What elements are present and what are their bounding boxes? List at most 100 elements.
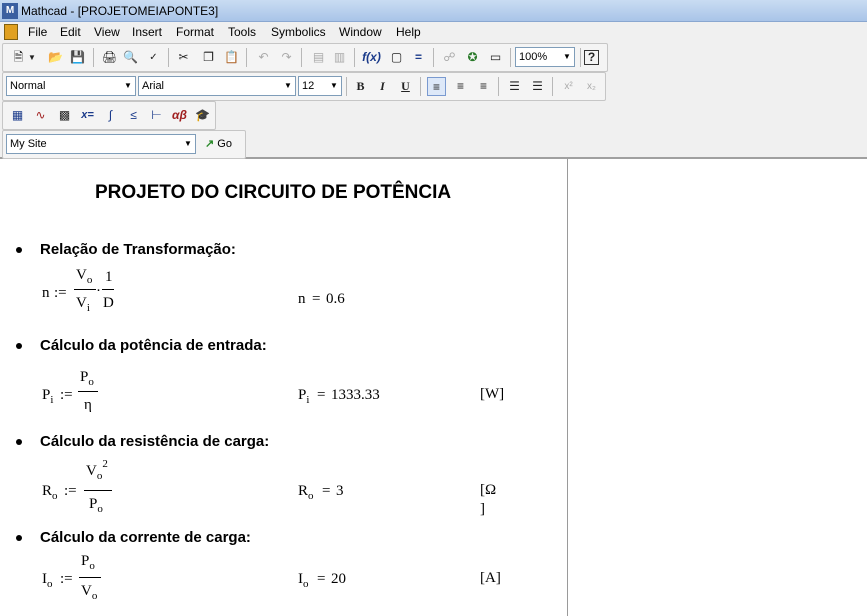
fraction-denominator: η (84, 397, 92, 413)
def-lhs: Ro (42, 483, 58, 502)
menu-symbolics[interactable]: Symbolics (271, 25, 326, 39)
italic-button[interactable]: I (373, 77, 392, 96)
def-operator: := (60, 571, 73, 587)
spell-check-icon[interactable]: ✓ (144, 48, 163, 67)
redo-icon[interactable]: ↷ (277, 48, 296, 67)
fraction-denominator: Vo (81, 583, 98, 602)
toolbar-separator (552, 77, 553, 96)
result-equals: = (317, 571, 326, 587)
align-vertical-icon[interactable]: ▥ (330, 48, 349, 67)
unit-label[interactable]: [A] (480, 570, 501, 587)
result-value: 0.6 (326, 291, 345, 307)
menu-window[interactable]: Window (339, 25, 382, 39)
fraction-numerator: Po (80, 369, 94, 388)
superscript-icon[interactable]: x² (559, 77, 578, 96)
def-operator: := (60, 387, 73, 403)
undo-icon[interactable]: ↶ (254, 48, 273, 67)
cut-icon[interactable]: ✂ (174, 48, 193, 67)
font-value: Arial (142, 80, 165, 92)
multiply-operator: · (96, 283, 101, 299)
font-select[interactable]: Arial ▼ (138, 76, 296, 96)
bullet-icon (16, 247, 22, 253)
calculus-icon[interactable]: ∫ (101, 106, 120, 125)
align-right-icon[interactable]: ≡ (474, 77, 493, 96)
copy-icon[interactable]: ❐ (199, 48, 218, 67)
site-select[interactable]: My Site ▼ (6, 134, 196, 154)
math-toolbar: ▦ ∿ ▩ x= ∫ ≤ ⊢ αβ 🎓 (0, 101, 867, 130)
fraction-bar (84, 490, 112, 491)
document-title[interactable]: PROJETO DO CIRCUITO DE POTÊNCIA (95, 182, 451, 204)
result-value: 20 (331, 571, 346, 587)
calculate-icon[interactable]: = (409, 48, 428, 67)
align-horizontal-icon[interactable]: ▤ (309, 48, 328, 67)
menu-file[interactable]: File (28, 25, 47, 39)
print-preview-icon[interactable]: 🔍 (121, 48, 140, 67)
mathcad-app-icon[interactable]: M (2, 3, 18, 19)
greek-button[interactable]: αβ (170, 106, 189, 125)
chevron-down-icon: ▼ (284, 81, 292, 90)
bold-button[interactable]: B (351, 77, 370, 96)
menu-tools[interactable]: Tools (228, 25, 256, 39)
toolbar-separator (354, 48, 355, 67)
menu-edit[interactable]: Edit (60, 25, 81, 39)
programming-icon[interactable]: ⊢ (147, 106, 166, 125)
paste-icon[interactable]: 📋 (222, 48, 241, 67)
fraction-denominator: Po (89, 496, 103, 515)
insert-component-icon[interactable]: ✪ (463, 48, 482, 67)
style-select[interactable]: Normal ▼ (6, 76, 136, 96)
subscript-icon[interactable]: x₂ (582, 77, 601, 96)
save-icon[interactable]: 💾 (68, 48, 87, 67)
resource-center-icon[interactable]: ▭ (486, 48, 505, 67)
insert-function-icon[interactable]: f(x) (362, 48, 381, 67)
chevron-down-icon: ▼ (330, 81, 338, 90)
align-center-icon[interactable]: ≡ (451, 77, 470, 96)
section-heading[interactable]: Cálculo da potência de entrada: (40, 337, 267, 354)
help-icon[interactable]: ? (584, 50, 599, 65)
unit-line-2: ] (480, 501, 485, 517)
insert-hyperlink-icon[interactable]: ☍ (440, 48, 459, 67)
matrix-icon[interactable]: ▩ (55, 106, 74, 125)
result-lhs: Pi (298, 387, 310, 406)
def-lhs: Io (42, 571, 53, 590)
align-left-icon[interactable]: ≡ (427, 77, 446, 96)
resources-toolbar: My Site ▼ ↗ Go (0, 130, 867, 159)
fraction-numerator: Vo2 (86, 458, 108, 482)
result-lhs: Io (298, 571, 309, 590)
go-button[interactable]: ↗ Go (205, 135, 232, 154)
symbolic-icon[interactable]: 🎓 (193, 106, 212, 125)
new-dropdown-icon[interactable]: ▼ (27, 48, 37, 67)
toolbar-separator (510, 48, 511, 67)
go-label: Go (217, 138, 232, 150)
bullet-list-icon[interactable]: ☰ (505, 77, 524, 96)
font-size-select[interactable]: 12 ▼ (298, 76, 342, 96)
result-lhs: n (298, 291, 306, 307)
insert-unit-icon[interactable]: ▢ (387, 48, 406, 67)
numbered-list-icon[interactable]: ☰ (528, 77, 547, 96)
menu-view[interactable]: View (94, 25, 120, 39)
bullet-icon (16, 535, 22, 541)
calculator-icon[interactable]: ▦ (8, 106, 27, 125)
new-document-icon[interactable]: 🗎 (9, 48, 28, 67)
menu-format[interactable]: Format (176, 25, 214, 39)
fraction-bar (102, 289, 114, 290)
worksheet[interactable]: PROJETO DO CIRCUITO DE POTÊNCIA Relação … (0, 159, 867, 616)
boolean-icon[interactable]: ≤ (124, 106, 143, 125)
section-heading[interactable]: Cálculo da resistência de carga: (40, 433, 269, 450)
def-operator: := (64, 483, 77, 499)
menu-insert[interactable]: Insert (132, 25, 162, 39)
open-folder-icon[interactable]: 📂 (46, 48, 65, 67)
menu-help[interactable]: Help (396, 25, 421, 39)
print-icon[interactable]: 🖨 (100, 48, 119, 67)
document-icon[interactable] (4, 24, 18, 40)
unit-line-1: [Ω (480, 482, 497, 498)
result-lhs: Ro (298, 483, 314, 502)
zoom-select[interactable]: 100% ▼ (515, 47, 575, 67)
fraction-bar (78, 391, 98, 392)
evaluation-button[interactable]: x= (78, 106, 97, 125)
unit-label[interactable]: [W] (480, 386, 504, 403)
result-equals: = (312, 291, 321, 307)
graph-icon[interactable]: ∿ (31, 106, 50, 125)
section-heading[interactable]: Relação de Transformação: (40, 241, 236, 258)
underline-button[interactable]: U (396, 77, 415, 96)
section-heading[interactable]: Cálculo da corrente de carga: (40, 529, 251, 546)
